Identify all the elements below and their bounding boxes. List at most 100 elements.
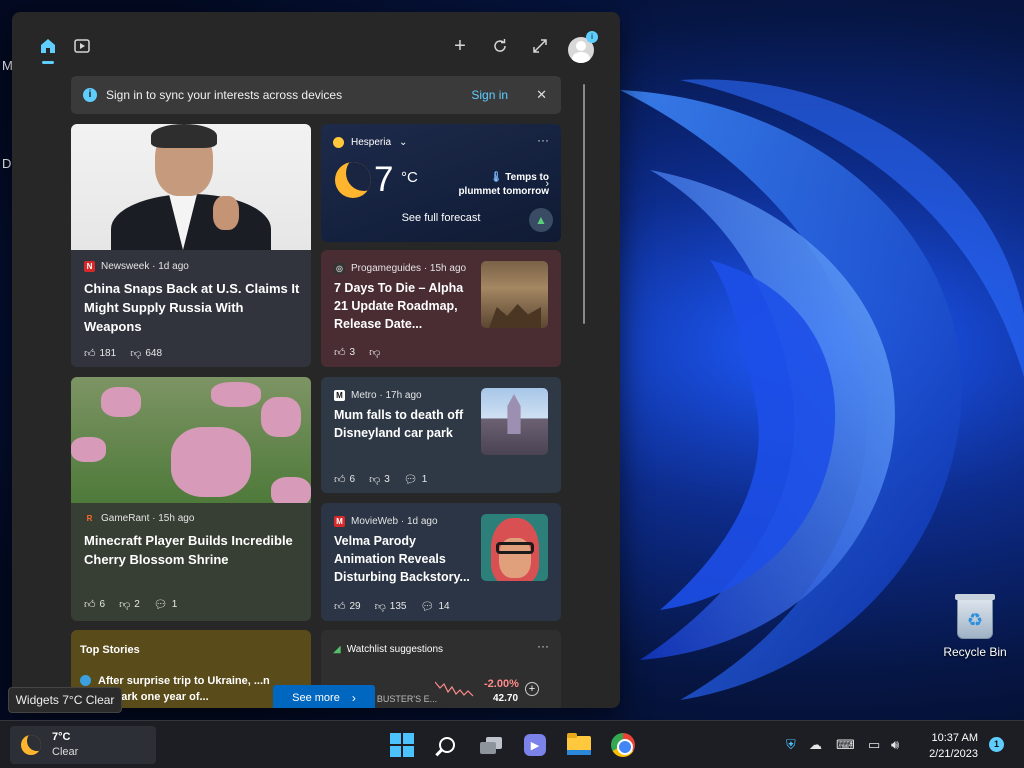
scrollbar[interactable]	[583, 84, 585, 324]
chrome-button[interactable]	[609, 731, 637, 759]
news-reactions: 👍︎ 181 👎︎ 648	[84, 347, 163, 360]
network-icon[interactable]: ▭	[868, 737, 880, 753]
clock-time: 10:37 AM	[931, 732, 978, 744]
news-title: Minecraft Player Builds Incredible Cherr…	[84, 533, 293, 567]
news-reactions: 👍︎ 29 👎︎ 135 💬︎ 14	[334, 600, 450, 613]
windows-icon	[390, 733, 414, 757]
file-explorer-button[interactable]	[565, 731, 593, 759]
recycle-bin[interactable]: ♻ Recycle Bin	[940, 594, 1010, 659]
news-card-newsweek[interactable]: N Newsweek · 1d ago China Snaps Back at …	[71, 124, 311, 367]
onedrive-icon[interactable]: ☁	[809, 737, 822, 753]
add-to-watchlist-icon[interactable]: +	[525, 682, 539, 696]
gamerant-logo-icon: R	[86, 514, 93, 523]
close-icon[interactable]: ✕	[536, 87, 547, 103]
taskbar: 7°C Clear ▶ ⛨ ☁ ⌨ ▭ 🔊︎ 10:37 AM 2/21/202…	[0, 720, 1024, 768]
tree-icon[interactable]: ▲	[529, 208, 553, 232]
widgets-tooltip: Widgets 7°C Clear	[8, 687, 122, 713]
desktop-icon-label-d[interactable]: D	[2, 156, 11, 171]
chrome-icon	[611, 733, 635, 757]
news-card-movieweb[interactable]: M MovieWeb · 1d ago Velma Parody Animati…	[321, 503, 561, 621]
news-thumbnail	[481, 514, 548, 581]
thumbs-down-icon[interactable]: 👎︎	[369, 346, 380, 359]
search-icon	[439, 737, 455, 753]
thumbs-down-icon[interactable]: 👎︎	[375, 600, 386, 613]
thumbs-up-icon[interactable]: 👍︎	[334, 473, 346, 486]
clock[interactable]: 10:37 AM 2/21/2023	[918, 730, 978, 762]
refresh-icon[interactable]	[486, 32, 514, 60]
news-card-gamerant[interactable]: R GameRant · 15h ago Minecraft Player Bu…	[71, 377, 311, 621]
notification-badge[interactable]: 1	[989, 737, 1004, 752]
thumbs-up-icon[interactable]: 👍︎	[334, 346, 346, 359]
keyboard-icon[interactable]: ⌨	[836, 737, 855, 753]
chevron-right-icon: ›	[351, 691, 356, 705]
metro-logo-icon: M	[334, 390, 345, 401]
news-reactions: 👍︎ 6 👎︎ 2 💬︎ 1	[84, 598, 178, 611]
weather-location[interactable]: Hesperia ⌄	[333, 137, 407, 148]
add-icon[interactable]: +	[446, 32, 474, 60]
see-forecast-link[interactable]: See full forecast	[321, 212, 561, 224]
chat-button[interactable]: ▶	[521, 731, 549, 759]
chevron-right-icon: ›	[545, 178, 549, 190]
news-card-progameguides[interactable]: ◎ Progameguides · 15h ago 7 Days To Die …	[321, 250, 561, 367]
widgets-panel: + i i Sign in to sync your interests acr…	[12, 12, 620, 708]
news-title: 7 Days To Die – Alpha 21 Update Roadmap,…	[334, 281, 464, 331]
weather-card[interactable]: Hesperia ⌄ ··· 7 °C 🌡︎ Temps to plummet …	[321, 124, 561, 242]
expand-icon[interactable]	[526, 32, 554, 60]
news-source: N Newsweek · 1d ago	[84, 261, 189, 272]
comment-icon[interactable]: 💬︎	[404, 473, 418, 486]
recycle-bin-icon: ♻	[955, 594, 995, 639]
widgets-button[interactable]: 7°C Clear	[10, 726, 156, 764]
weather-alert[interactable]: 🌡︎ Temps to plummet tomorrow	[449, 171, 549, 199]
more-options-icon[interactable]: ···	[537, 133, 549, 147]
video-icon[interactable]	[68, 32, 96, 60]
task-view-icon	[480, 736, 502, 754]
news-title: China Snaps Back at U.S. Claims It Might…	[84, 281, 300, 334]
thumbs-up-icon[interactable]: 👍︎	[334, 600, 346, 613]
signin-link[interactable]: Sign in	[471, 88, 508, 102]
weather-temp: 7	[374, 160, 394, 199]
news-image	[71, 124, 311, 250]
news-source: R GameRant · 15h ago	[84, 513, 195, 524]
profile-badge: i	[586, 31, 598, 43]
news-card-metro[interactable]: M Metro · 17h ago Mum falls to death off…	[321, 377, 561, 493]
moon-icon	[21, 735, 41, 755]
start-button[interactable]	[388, 731, 416, 759]
movieweb-logo-icon: M	[334, 516, 345, 527]
weather-unit: °C	[401, 169, 418, 186]
home-icon[interactable]	[34, 32, 62, 64]
task-view-button[interactable]	[477, 731, 505, 759]
sun-icon	[333, 137, 344, 148]
signin-banner: i Sign in to sync your interests across …	[71, 76, 561, 114]
stock-change: -2.00%	[484, 678, 519, 690]
more-options-icon[interactable]: ···	[537, 639, 549, 653]
thumbs-up-icon[interactable]: 👍︎	[84, 347, 96, 360]
stock-sparkline	[435, 681, 474, 697]
thumbs-down-icon[interactable]: 👎︎	[130, 347, 141, 360]
moon-icon	[335, 162, 371, 198]
clock-date: 2/21/2023	[929, 748, 978, 760]
news-title: Mum falls to death off Disneyland car pa…	[334, 408, 464, 440]
watchlist-heading: ◢ Watchlist suggestions	[333, 644, 444, 655]
thumbs-down-icon[interactable]: 👎︎	[119, 598, 130, 611]
volume-icon[interactable]: 🔊︎	[891, 737, 899, 753]
thumbs-up-icon[interactable]: 👍︎	[84, 598, 96, 611]
see-more-button[interactable]: See more ›	[273, 685, 375, 708]
comment-icon[interactable]: 💬︎	[154, 598, 168, 611]
stock-price: 42.70	[493, 693, 519, 704]
news-source: ◎ Progameguides · 15h ago	[334, 263, 467, 274]
info-icon: i	[83, 88, 97, 102]
signin-message: Sign in to sync your interests across de…	[106, 88, 343, 102]
news-title: Velma Parody Animation Reveals Disturbin…	[334, 534, 470, 584]
chat-icon: ▶	[524, 734, 546, 756]
search-button[interactable]	[433, 731, 461, 759]
taskbar-weather-temp: 7°C	[52, 731, 71, 743]
recycle-bin-label: Recycle Bin	[943, 645, 1007, 659]
top-stories-heading: Top Stories	[80, 644, 140, 656]
news-source-icon	[80, 675, 91, 686]
comment-icon[interactable]: 💬︎	[420, 600, 434, 613]
thumbs-down-icon[interactable]: 👎︎	[369, 473, 380, 486]
progameguides-logo-icon: ◎	[334, 263, 345, 274]
news-source: M MovieWeb · 1d ago	[334, 516, 438, 527]
news-source: M Metro · 17h ago	[334, 390, 422, 401]
security-icon[interactable]: ⛨	[786, 737, 796, 753]
